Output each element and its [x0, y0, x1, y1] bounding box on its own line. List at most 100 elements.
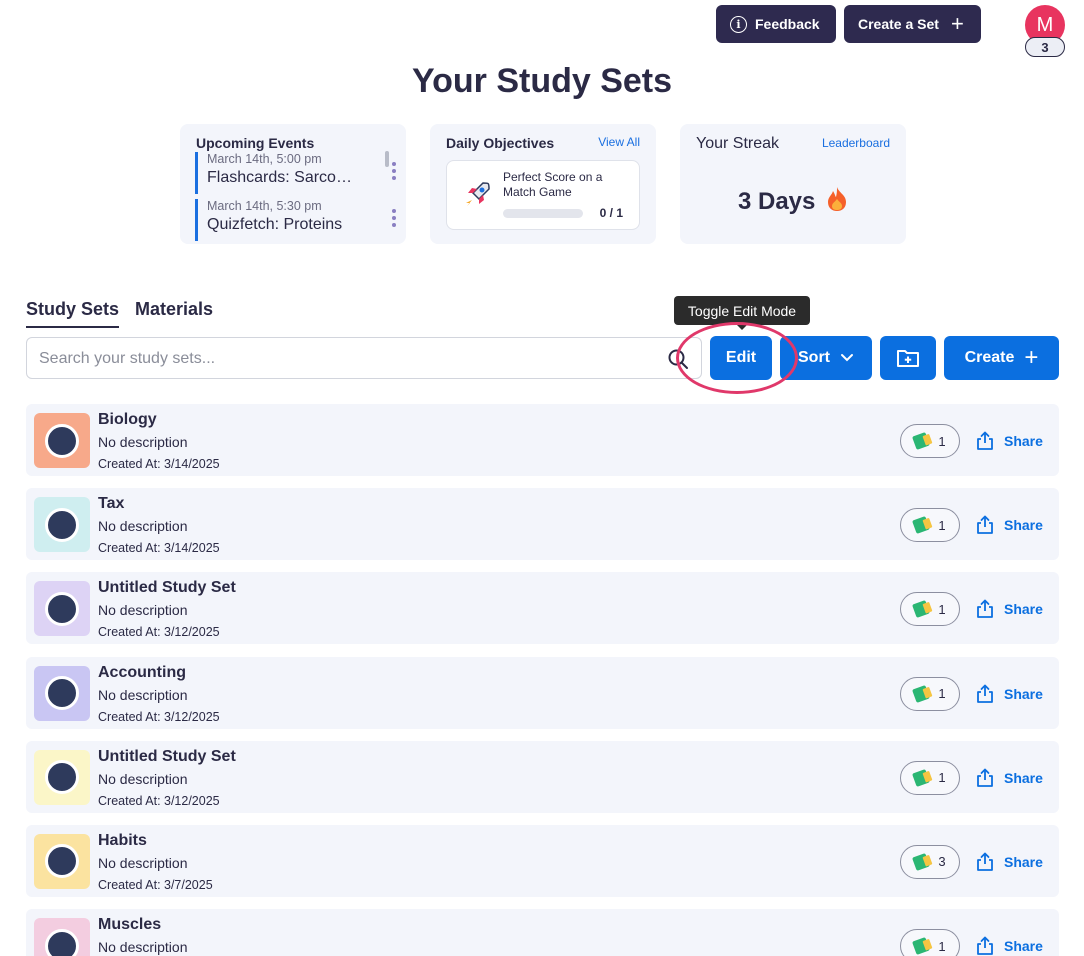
- material-icon: [912, 432, 931, 450]
- share-icon: [977, 852, 993, 871]
- share-label: Share: [1004, 685, 1043, 702]
- study-set-name[interactable]: Untitled Study Set: [98, 748, 236, 766]
- material-count: 1: [938, 686, 946, 702]
- material-count: 1: [938, 770, 946, 786]
- view-all-link[interactable]: View All: [598, 135, 640, 149]
- event-item[interactable]: March 14th, 5:00 pm Flashcards: Sarcomer…: [195, 152, 396, 194]
- event-time: March 14th, 5:00 pm: [207, 152, 322, 166]
- kebab-menu-icon[interactable]: [392, 209, 396, 227]
- search-box: [26, 337, 702, 379]
- study-set-thumbnail: [34, 918, 90, 956]
- chevron-down-icon: [841, 354, 853, 362]
- objective-item[interactable]: Perfect Score on a Match Game 0 / 1: [446, 160, 640, 230]
- study-set-created: Created At: 3/14/2025: [98, 541, 220, 556]
- material-count: 1: [938, 517, 946, 533]
- material-icon: [912, 600, 931, 619]
- tabs: Study Sets Materials: [26, 299, 213, 328]
- feedback-button[interactable]: i Feedback: [716, 5, 836, 43]
- event-title: Flashcards: Sarcomeres: [207, 169, 352, 186]
- study-set-row[interactable]: Untitled Study Set No description Create…: [26, 572, 1059, 645]
- study-set-row[interactable]: Tax No description Created At: 3/14/2025…: [26, 488, 1059, 561]
- rocket-icon: [466, 182, 490, 206]
- study-set-thumbnail: [34, 497, 90, 553]
- search-input[interactable]: [39, 348, 639, 370]
- study-set-description: No description: [98, 602, 188, 619]
- study-set-image: [45, 928, 79, 956]
- share-icon: [977, 515, 993, 535]
- study-set-thumbnail: [34, 581, 90, 637]
- material-count-pill[interactable]: 1: [900, 760, 960, 795]
- share-button[interactable]: Share: [976, 599, 1043, 619]
- study-set-image: [45, 507, 79, 542]
- share-button[interactable]: Share: [976, 852, 1043, 872]
- kebab-menu-icon[interactable]: [392, 162, 396, 180]
- share-button[interactable]: Share: [976, 684, 1043, 704]
- study-set-row[interactable]: Muscles No description 1 Share: [26, 909, 1059, 956]
- study-set-name[interactable]: Tax: [98, 495, 124, 513]
- streak-title: Your Streak: [696, 135, 780, 152]
- streak-days: 3 Days: [737, 188, 816, 215]
- study-set-image: [45, 676, 79, 711]
- folder-plus-icon: [897, 350, 919, 367]
- daily-objectives-title: Daily Objectives: [446, 135, 555, 151]
- study-set-name[interactable]: Muscles: [98, 916, 161, 934]
- page-title: Your Study Sets: [411, 62, 673, 100]
- study-set-thumbnail: [34, 665, 90, 721]
- study-set-row[interactable]: Biology No description Created At: 3/14/…: [26, 404, 1059, 476]
- new-folder-button[interactable]: [880, 336, 936, 380]
- material-count-pill[interactable]: 1: [900, 929, 960, 956]
- top-bar: i Feedback Create a Set + M 3: [0, 5, 1084, 57]
- study-set-description: No description: [98, 939, 188, 956]
- feedback-label: Feedback: [755, 16, 820, 32]
- sort-button[interactable]: Sort: [780, 336, 872, 380]
- material-count-pill[interactable]: 1: [900, 676, 960, 711]
- edit-button[interactable]: Edit: [710, 336, 772, 380]
- search-icon[interactable]: [667, 348, 689, 370]
- study-set-image: [45, 760, 79, 795]
- share-label: Share: [1004, 517, 1043, 534]
- study-set-row[interactable]: Accounting No description Created At: 3/…: [26, 656, 1059, 729]
- material-count-pill[interactable]: 1: [900, 508, 960, 543]
- study-set-created: Created At: 3/7/2025: [98, 877, 213, 892]
- share-button[interactable]: Share: [976, 515, 1043, 535]
- leaderboard-link[interactable]: Leaderboard: [822, 136, 890, 150]
- study-set-name[interactable]: Habits: [98, 832, 147, 850]
- plus-icon: +: [1024, 344, 1039, 371]
- create-button[interactable]: Create +: [944, 336, 1059, 380]
- material-icon: [912, 768, 931, 787]
- study-set-description: No description: [98, 770, 188, 787]
- study-set-name[interactable]: Accounting: [98, 664, 186, 682]
- upcoming-events-title: Upcoming Events: [196, 135, 315, 151]
- material-count: 1: [938, 938, 946, 954]
- streak-value: 3 Days: [680, 186, 906, 216]
- event-item[interactable]: March 14th, 5:30 pm Quizfetch: Proteins: [195, 199, 396, 241]
- share-label: Share: [1004, 938, 1043, 955]
- share-label: Share: [1004, 601, 1043, 618]
- create-set-button[interactable]: Create a Set +: [844, 5, 981, 43]
- material-count-pill[interactable]: 1: [900, 424, 960, 458]
- share-button[interactable]: Share: [976, 768, 1043, 788]
- toggle-edit-tooltip: Toggle Edit Mode: [674, 296, 810, 330]
- share-button[interactable]: Share: [976, 936, 1043, 956]
- share-button[interactable]: Share: [976, 431, 1043, 451]
- sort-label: Sort: [798, 349, 830, 366]
- fire-icon: [828, 187, 847, 211]
- study-set-image: [45, 844, 79, 879]
- study-set-name[interactable]: Biology: [98, 411, 157, 429]
- tab-study-sets[interactable]: Study Sets: [26, 299, 120, 328]
- material-icon: [912, 937, 931, 956]
- study-set-thumbnail: [34, 833, 90, 889]
- study-set-row[interactable]: Untitled Study Set No description Create…: [26, 740, 1059, 813]
- create-set-label: Create a Set: [858, 16, 939, 32]
- tab-materials[interactable]: Materials: [135, 299, 213, 328]
- streak-card: Your Streak Leaderboard 3 Days: [680, 124, 906, 244]
- daily-objectives-card: Daily Objectives View All Perfect Score …: [430, 124, 656, 244]
- study-set-name[interactable]: Untitled Study Set: [98, 579, 236, 597]
- material-count-pill[interactable]: 1: [900, 592, 960, 627]
- study-set-row[interactable]: Habits No description Created At: 3/7/20…: [26, 824, 1059, 897]
- share-label: Share: [1004, 853, 1043, 870]
- create-label: Create: [964, 349, 1015, 366]
- share-label: Share: [1004, 769, 1043, 786]
- objective-text: Perfect Score on a Match Game: [503, 170, 603, 199]
- material-count-pill[interactable]: 3: [900, 844, 960, 879]
